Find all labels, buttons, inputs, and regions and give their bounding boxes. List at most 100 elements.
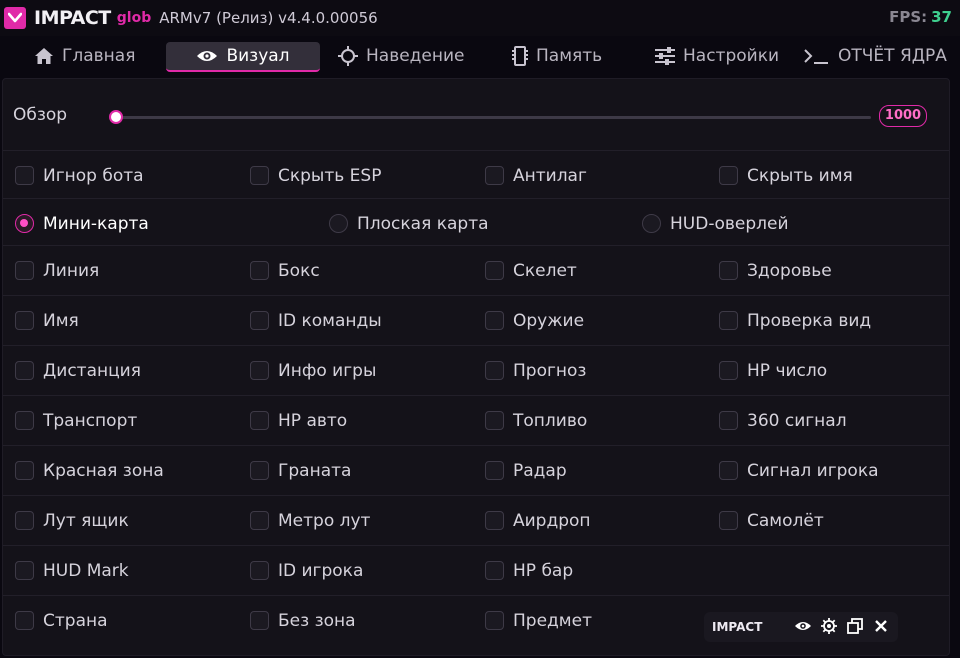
option-hud-mark[interactable]: HUD Mark bbox=[15, 546, 129, 595]
checkbox[interactable] bbox=[15, 311, 34, 330]
option-visibility-check[interactable]: Проверка вид bbox=[719, 296, 871, 345]
checkbox[interactable] bbox=[719, 261, 738, 280]
checkbox[interactable] bbox=[719, 511, 738, 530]
option-hide-name[interactable]: Скрыть имя bbox=[719, 151, 853, 200]
option-hp-bar[interactable]: HP бар bbox=[485, 546, 573, 595]
option-label: 360 сигнал bbox=[747, 410, 847, 431]
checkbox[interactable] bbox=[15, 261, 34, 280]
checkbox[interactable] bbox=[485, 166, 504, 185]
radio-button[interactable] bbox=[642, 214, 661, 233]
checkbox[interactable] bbox=[485, 461, 504, 480]
fov-slider-knob[interactable] bbox=[109, 110, 123, 124]
terminal-icon bbox=[804, 48, 830, 64]
checkbox[interactable] bbox=[719, 361, 738, 380]
checkbox[interactable] bbox=[485, 511, 504, 530]
window-restore-icon[interactable] bbox=[846, 617, 864, 635]
fov-slider-track[interactable] bbox=[115, 116, 871, 119]
radio-button[interactable] bbox=[15, 214, 34, 233]
option-label: Скрыть имя bbox=[747, 165, 853, 186]
option-loot-box[interactable]: Лут ящик bbox=[15, 496, 129, 545]
checkbox[interactable] bbox=[485, 261, 504, 280]
fps-label: FPS: bbox=[889, 8, 928, 26]
option-box[interactable]: Бокс bbox=[250, 246, 320, 295]
tab-settings[interactable]: Настройки bbox=[655, 42, 779, 70]
checkbox[interactable] bbox=[250, 361, 269, 380]
option-health[interactable]: Здоровье bbox=[719, 246, 832, 295]
close-icon[interactable] bbox=[872, 617, 890, 635]
option-airplane[interactable]: Самолёт bbox=[719, 496, 824, 545]
option-vehicle[interactable]: Транспорт bbox=[15, 396, 137, 445]
checkbox[interactable] bbox=[15, 361, 34, 380]
checkbox[interactable] bbox=[485, 311, 504, 330]
checkbox[interactable] bbox=[15, 461, 34, 480]
eye-icon[interactable] bbox=[794, 617, 812, 635]
option-radar[interactable]: Радар bbox=[485, 446, 567, 495]
checkbox[interactable] bbox=[485, 561, 504, 580]
option-player-alert[interactable]: Сигнал игрока bbox=[719, 446, 879, 495]
option-weapon[interactable]: Оружие bbox=[485, 296, 584, 345]
option-game-info[interactable]: Инфо игры bbox=[250, 346, 376, 395]
option-ignore-bot[interactable]: Игнор бота bbox=[15, 151, 144, 200]
tab-home[interactable]: Главная bbox=[34, 42, 135, 70]
option-line[interactable]: Линия bbox=[15, 246, 99, 295]
checkbox[interactable] bbox=[250, 461, 269, 480]
checkbox[interactable] bbox=[15, 561, 34, 580]
option-no-zone[interactable]: Без зона bbox=[250, 596, 356, 645]
option-vehicle-hp[interactable]: HP авто bbox=[250, 396, 347, 445]
option-country[interactable]: Страна bbox=[15, 596, 108, 645]
tab-memory[interactable]: Память bbox=[512, 42, 602, 70]
option-360-alert[interactable]: 360 сигнал bbox=[719, 396, 847, 445]
checkbox[interactable] bbox=[250, 611, 269, 630]
checkbox[interactable] bbox=[15, 611, 34, 630]
option-team-id[interactable]: ID команды bbox=[250, 296, 382, 345]
gear-icon[interactable] bbox=[820, 617, 838, 635]
checkbox[interactable] bbox=[250, 311, 269, 330]
option-label: Игнор бота bbox=[43, 165, 144, 186]
tab-aim[interactable]: Наведение bbox=[338, 42, 465, 70]
checkbox[interactable] bbox=[250, 511, 269, 530]
checkbox[interactable] bbox=[250, 411, 269, 430]
checkbox[interactable] bbox=[485, 611, 504, 630]
option-name[interactable]: Имя bbox=[15, 296, 79, 345]
option-hide-esp[interactable]: Скрыть ESP bbox=[250, 151, 381, 200]
option-antilag[interactable]: Антилаг bbox=[485, 151, 587, 200]
tab-kernel-report[interactable]: ОТЧЁТ ЯДРА bbox=[804, 42, 947, 70]
checkbox[interactable] bbox=[719, 166, 738, 185]
floating-mini-bar[interactable]: IMPACT bbox=[704, 612, 898, 642]
checkbox[interactable] bbox=[485, 361, 504, 380]
tab-visual[interactable]: Визуал bbox=[166, 42, 320, 72]
option-grenade[interactable]: Граната bbox=[250, 446, 351, 495]
checkbox[interactable] bbox=[250, 166, 269, 185]
option-label: Инфо игры bbox=[278, 360, 377, 381]
radio-hud-overlay[interactable]: HUD-оверлей bbox=[642, 199, 789, 248]
option-red-zone[interactable]: Красная зона bbox=[15, 446, 164, 495]
option-fuel[interactable]: Топливо bbox=[485, 396, 587, 445]
option-prediction[interactable]: Прогноз bbox=[485, 346, 586, 395]
checkbox[interactable] bbox=[719, 311, 738, 330]
checkbox[interactable] bbox=[719, 411, 738, 430]
option-hp-number[interactable]: HP число bbox=[719, 346, 827, 395]
checkbox[interactable] bbox=[15, 411, 34, 430]
option-label: Здоровье bbox=[747, 260, 832, 281]
radio-flat-map[interactable]: Плоская карта bbox=[329, 199, 489, 248]
checkbox[interactable] bbox=[485, 411, 504, 430]
app-logo-icon bbox=[4, 7, 26, 29]
option-metro-loot[interactable]: Метро лут bbox=[250, 496, 370, 545]
checkbox[interactable] bbox=[15, 511, 34, 530]
crosshair-icon bbox=[338, 46, 358, 66]
option-player-id[interactable]: ID игрока bbox=[250, 546, 363, 595]
option-airdrop[interactable]: Аирдроп bbox=[485, 496, 591, 545]
radio-minimap[interactable]: Мини-карта bbox=[15, 199, 149, 248]
checkbox[interactable] bbox=[15, 166, 34, 185]
checkbox[interactable] bbox=[250, 561, 269, 580]
radio-button[interactable] bbox=[329, 214, 348, 233]
checkbox[interactable] bbox=[719, 461, 738, 480]
checkbox[interactable] bbox=[250, 261, 269, 280]
option-distance[interactable]: Дистанция bbox=[15, 346, 141, 395]
option-label: Плоская карта bbox=[357, 213, 489, 234]
fov-value[interactable]: 1000 bbox=[879, 105, 927, 127]
option-label: Красная зона bbox=[43, 460, 164, 481]
option-item[interactable]: Предмет bbox=[485, 596, 592, 645]
option-skeleton[interactable]: Скелет bbox=[485, 246, 577, 295]
option-label: Без зона bbox=[278, 610, 356, 631]
